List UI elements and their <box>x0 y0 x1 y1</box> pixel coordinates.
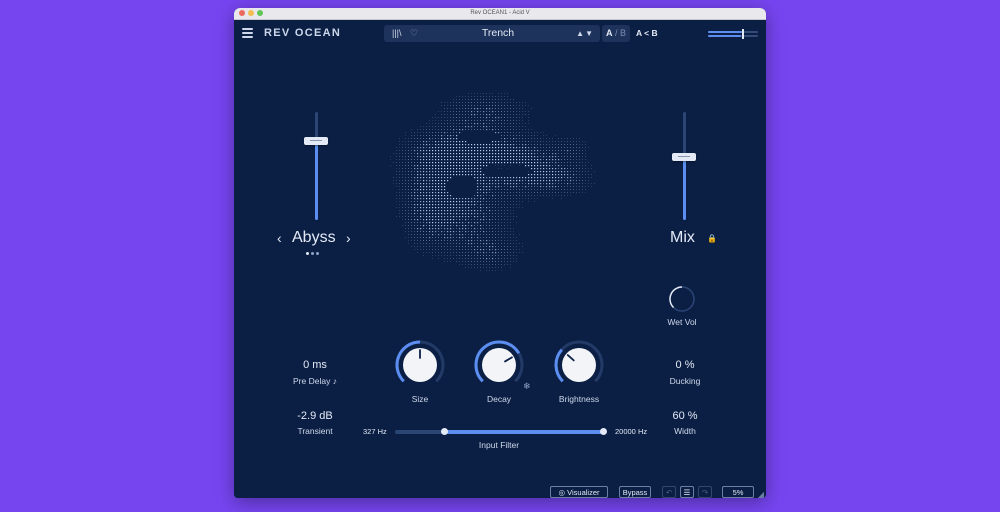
snowflake-icon[interactable]: ❄ <box>523 381 531 392</box>
header: REV OCEAN |||\ ♡ Trench ▲▼ A / B A < B <box>234 20 766 48</box>
knob-value-arc <box>554 348 564 383</box>
input-filter-range <box>444 430 603 434</box>
ducking-value[interactable]: 0 % <box>640 359 730 371</box>
ducking-label: Ducking <box>669 376 701 386</box>
knob-decay-label: Decay <box>486 394 512 404</box>
mode-prev-button[interactable]: ‹ <box>277 228 282 248</box>
width-value[interactable]: 60 % <box>640 410 730 422</box>
mode-slider-thumb[interactable] <box>304 137 328 146</box>
output-meter <box>708 29 758 39</box>
knob-size-label: Size <box>411 394 429 404</box>
reverb-visualizer <box>390 93 595 271</box>
mix-slider[interactable] <box>672 112 696 220</box>
wet-vol-label: Wet Vol <box>667 317 697 327</box>
filter-high-label: 20000 Hz <box>615 427 648 436</box>
knob-size[interactable] <box>394 339 446 391</box>
meter-peak <box>742 29 744 39</box>
library-icon[interactable]: |||\ <box>392 27 402 40</box>
knob-body[interactable] <box>482 348 516 382</box>
ab-toggle-button[interactable]: A / B <box>602 25 630 42</box>
eye-off-icon: ◎ <box>558 488 566 497</box>
up-down-arrows-icon[interactable]: ▲▼ <box>576 25 594 42</box>
pre-delay-value[interactable]: 0 ms <box>270 359 360 371</box>
mode-page-dots[interactable] <box>306 252 320 255</box>
undo-icon[interactable]: ↶ <box>662 486 676 498</box>
preset-bar[interactable]: |||\ ♡ Trench ▲▼ <box>384 25 600 42</box>
wet-vol-knob[interactable] <box>668 285 696 313</box>
preset-name[interactable]: Trench <box>444 25 552 42</box>
input-filter-slider[interactable] <box>395 428 607 435</box>
plugin-panel: REV OCEAN |||\ ♡ Trench ▲▼ A / B A < B ‹… <box>234 20 766 498</box>
redo-icon[interactable]: ↷ <box>698 486 712 498</box>
mode-slider[interactable] <box>304 112 328 220</box>
list-icon[interactable]: ☰ <box>680 486 694 498</box>
window-title: Rev OCEAN1 - Acid V <box>470 10 530 16</box>
bypass-button[interactable]: Bypass <box>619 486 651 498</box>
visualizer-button[interactable]: ◎ Visualizer <box>550 486 608 498</box>
mode-next-button[interactable]: › <box>346 228 351 248</box>
width-label: Width <box>674 426 696 436</box>
footer: ◎ Visualizer Bypass ↶ ☰ ↷ 5% ◢ <box>234 486 766 498</box>
knob-brightness[interactable] <box>553 339 605 391</box>
note-icon[interactable]: ♪ <box>333 376 337 386</box>
filter-low-label: 327 Hz <box>363 427 387 436</box>
mix-label: Mix <box>670 229 695 246</box>
mix-slider-thumb[interactable] <box>672 153 696 162</box>
hamburger-icon[interactable] <box>242 28 253 38</box>
visualizer-label: Visualizer <box>567 488 600 497</box>
filter-high-handle[interactable] <box>599 428 607 435</box>
mode-label[interactable]: Abyss <box>292 228 336 248</box>
heart-icon[interactable]: ♡ <box>410 27 418 40</box>
plugin-window: Rev OCEAN1 - Acid V REV OCEAN |||\ ♡ Tre… <box>234 8 766 498</box>
brand-logo: REV OCEAN <box>264 27 342 39</box>
ab-compare-button[interactable]: A < B <box>636 25 658 42</box>
input-filter-label: Input Filter <box>478 440 520 450</box>
transient-label: Transient <box>297 426 333 436</box>
pre-delay-label-text: Pre Delay <box>293 376 331 386</box>
ab-separator: / <box>612 28 620 38</box>
knob-body[interactable] <box>562 348 596 382</box>
knob-brightness-label: Brightness <box>558 394 600 404</box>
pre-delay-label: Pre Delay ♪ <box>270 376 360 386</box>
title-bar[interactable]: Rev OCEAN1 - Acid V <box>234 8 766 20</box>
lock-icon[interactable]: 🔒 <box>707 234 717 243</box>
ab-b-label: B <box>620 28 627 38</box>
knob-decay[interactable] <box>473 339 525 391</box>
zoom-button[interactable]: 5% <box>722 486 754 498</box>
transient-value[interactable]: -2.9 dB <box>270 410 360 422</box>
resize-grip-icon[interactable]: ◢ <box>758 490 764 498</box>
